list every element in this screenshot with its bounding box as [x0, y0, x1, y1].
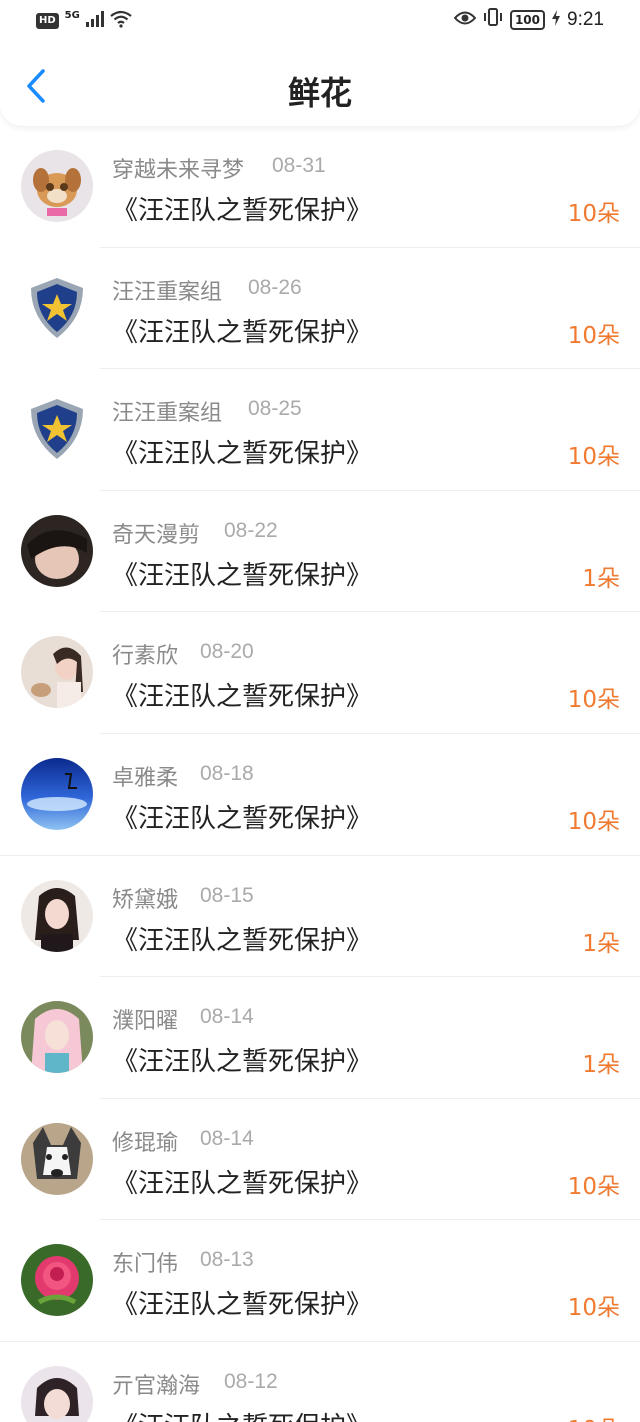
- user-name: 修琨瑜: [112, 1130, 179, 1156]
- list-item[interactable]: 汪汪重案组 08-26 《汪汪队之誓死保护》 10朵: [0, 248, 640, 370]
- avatar: [21, 1244, 93, 1317]
- date: 08-14: [200, 1126, 254, 1150]
- work-title: 《汪汪队之誓死保护》: [112, 1290, 373, 1321]
- work-title: 《汪汪队之誓死保护》: [112, 1047, 373, 1078]
- user-name: 奇天漫剪: [112, 522, 201, 548]
- date: 08-22: [224, 518, 278, 542]
- avatar: [21, 514, 93, 587]
- avatar: [21, 1365, 93, 1422]
- work-title: 《汪汪队之誓死保护》: [112, 317, 373, 348]
- wifi-icon: [110, 10, 132, 32]
- network-type: 5G: [64, 9, 80, 21]
- signal-icon: [85, 11, 104, 31]
- list-item[interactable]: 卓雅柔 08-18 《汪汪队之誓死保护》 10朵: [0, 734, 640, 856]
- flower-count: 10朵: [567, 322, 620, 349]
- avatar: [21, 636, 93, 709]
- charging-icon: [551, 9, 561, 31]
- user-name: 汪汪重案组: [112, 279, 223, 305]
- clock: 9:21: [567, 8, 604, 30]
- date: 08-12: [224, 1369, 278, 1393]
- work-title: 《汪汪队之誓死保护》: [112, 560, 373, 591]
- user-name: 亓官瀚海: [112, 1373, 201, 1399]
- flower-count: 10朵: [567, 808, 620, 835]
- list-item[interactable]: 奇天漫剪 08-22 《汪汪队之誓死保护》 1朵: [0, 491, 640, 613]
- avatar: [21, 1122, 93, 1195]
- status-left: HD 5G: [36, 10, 132, 32]
- user-name: 穿越未来寻梦: [112, 158, 245, 183]
- page-title: 鲜花: [287, 74, 352, 112]
- date: 08-26: [248, 275, 302, 299]
- date: 08-14: [200, 1005, 254, 1029]
- status-bar: HD 5G 100 9:21: [0, 0, 640, 44]
- flower-count: 1朵: [582, 930, 620, 957]
- avatar: [21, 393, 93, 466]
- flower-count: 1朵: [582, 565, 620, 592]
- avatar: [21, 150, 93, 222]
- work-title: 《汪汪队之誓死保护》: [112, 196, 373, 226]
- work-title: 《汪汪队之誓死保护》: [112, 682, 373, 713]
- date: 08-13: [200, 1248, 254, 1272]
- user-name: 矫黛娥: [112, 887, 179, 913]
- list-item[interactable]: 亓官瀚海 08-12 《汪汪队之誓死保护》 10朵: [0, 1342, 640, 1422]
- list-item[interactable]: 东门伟 08-13 《汪汪队之誓死保护》 10朵: [0, 1220, 640, 1342]
- work-title: 《汪汪队之誓死保护》: [112, 1168, 373, 1199]
- work-title: 《汪汪队之誓死保护》: [112, 803, 373, 834]
- user-name: 濮阳曜: [112, 1009, 179, 1035]
- user-name: 汪汪重案组: [112, 401, 223, 427]
- flower-count: 10朵: [567, 687, 620, 714]
- work-title: 《汪汪队之誓死保护》: [112, 1406, 372, 1422]
- hd-badge: HD: [36, 13, 59, 29]
- screen: HD 5G 100 9:21 鲜花 穿越未来寻梦 08-31 《汪汪队之誓死保护…: [0, 0, 640, 1422]
- flower-list: 穿越未来寻梦 08-31 《汪汪队之誓死保护》 10朵 汪汪重案组 08-26 …: [0, 126, 640, 1422]
- flower-count: 10朵: [567, 444, 620, 471]
- list-item[interactable]: 汪汪重案组 08-25 《汪汪队之誓死保护》 10朵: [0, 369, 640, 491]
- list-item[interactable]: 矫黛娥 08-15 《汪汪队之誓死保护》 1朵: [0, 856, 640, 978]
- flower-count: 10朵: [568, 1410, 620, 1422]
- avatar: [21, 271, 93, 344]
- list-item[interactable]: 行素欣 08-20 《汪汪队之誓死保护》 10朵: [0, 612, 640, 734]
- vibrate-icon: [482, 8, 504, 31]
- date: 08-31: [272, 154, 326, 177]
- flower-count: 10朵: [567, 1295, 620, 1322]
- flower-count: 10朵: [567, 201, 620, 227]
- user-name: 卓雅柔: [112, 765, 179, 791]
- date: 08-18: [200, 761, 254, 785]
- list-item[interactable]: 穿越未来寻梦 08-31 《汪汪队之誓死保护》 10朵: [0, 126, 640, 248]
- user-name: 东门伟: [112, 1252, 179, 1278]
- battery-indicator: 100: [509, 9, 546, 30]
- work-title: 《汪汪队之誓死保护》: [112, 925, 373, 956]
- date: 08-20: [200, 640, 254, 664]
- flower-count: 1朵: [582, 1052, 620, 1079]
- date: 08-15: [200, 883, 254, 907]
- list-item[interactable]: 修琨瑜 08-14 《汪汪队之誓死保护》 10朵: [0, 1099, 640, 1221]
- date: 08-25: [248, 397, 302, 421]
- status-right: 100 9:21: [453, 8, 604, 31]
- work-title: 《汪汪队之誓死保护》: [112, 439, 373, 470]
- flower-count: 10朵: [567, 1173, 620, 1200]
- list-item[interactable]: 濮阳曜 08-14 《汪汪队之誓死保护》 1朵: [0, 977, 640, 1099]
- avatar: [21, 757, 93, 830]
- avatar: [21, 879, 93, 952]
- avatar: [21, 1001, 93, 1074]
- eye-icon: [453, 9, 477, 31]
- header: 鲜花: [0, 44, 640, 126]
- user-name: 行素欣: [112, 644, 179, 670]
